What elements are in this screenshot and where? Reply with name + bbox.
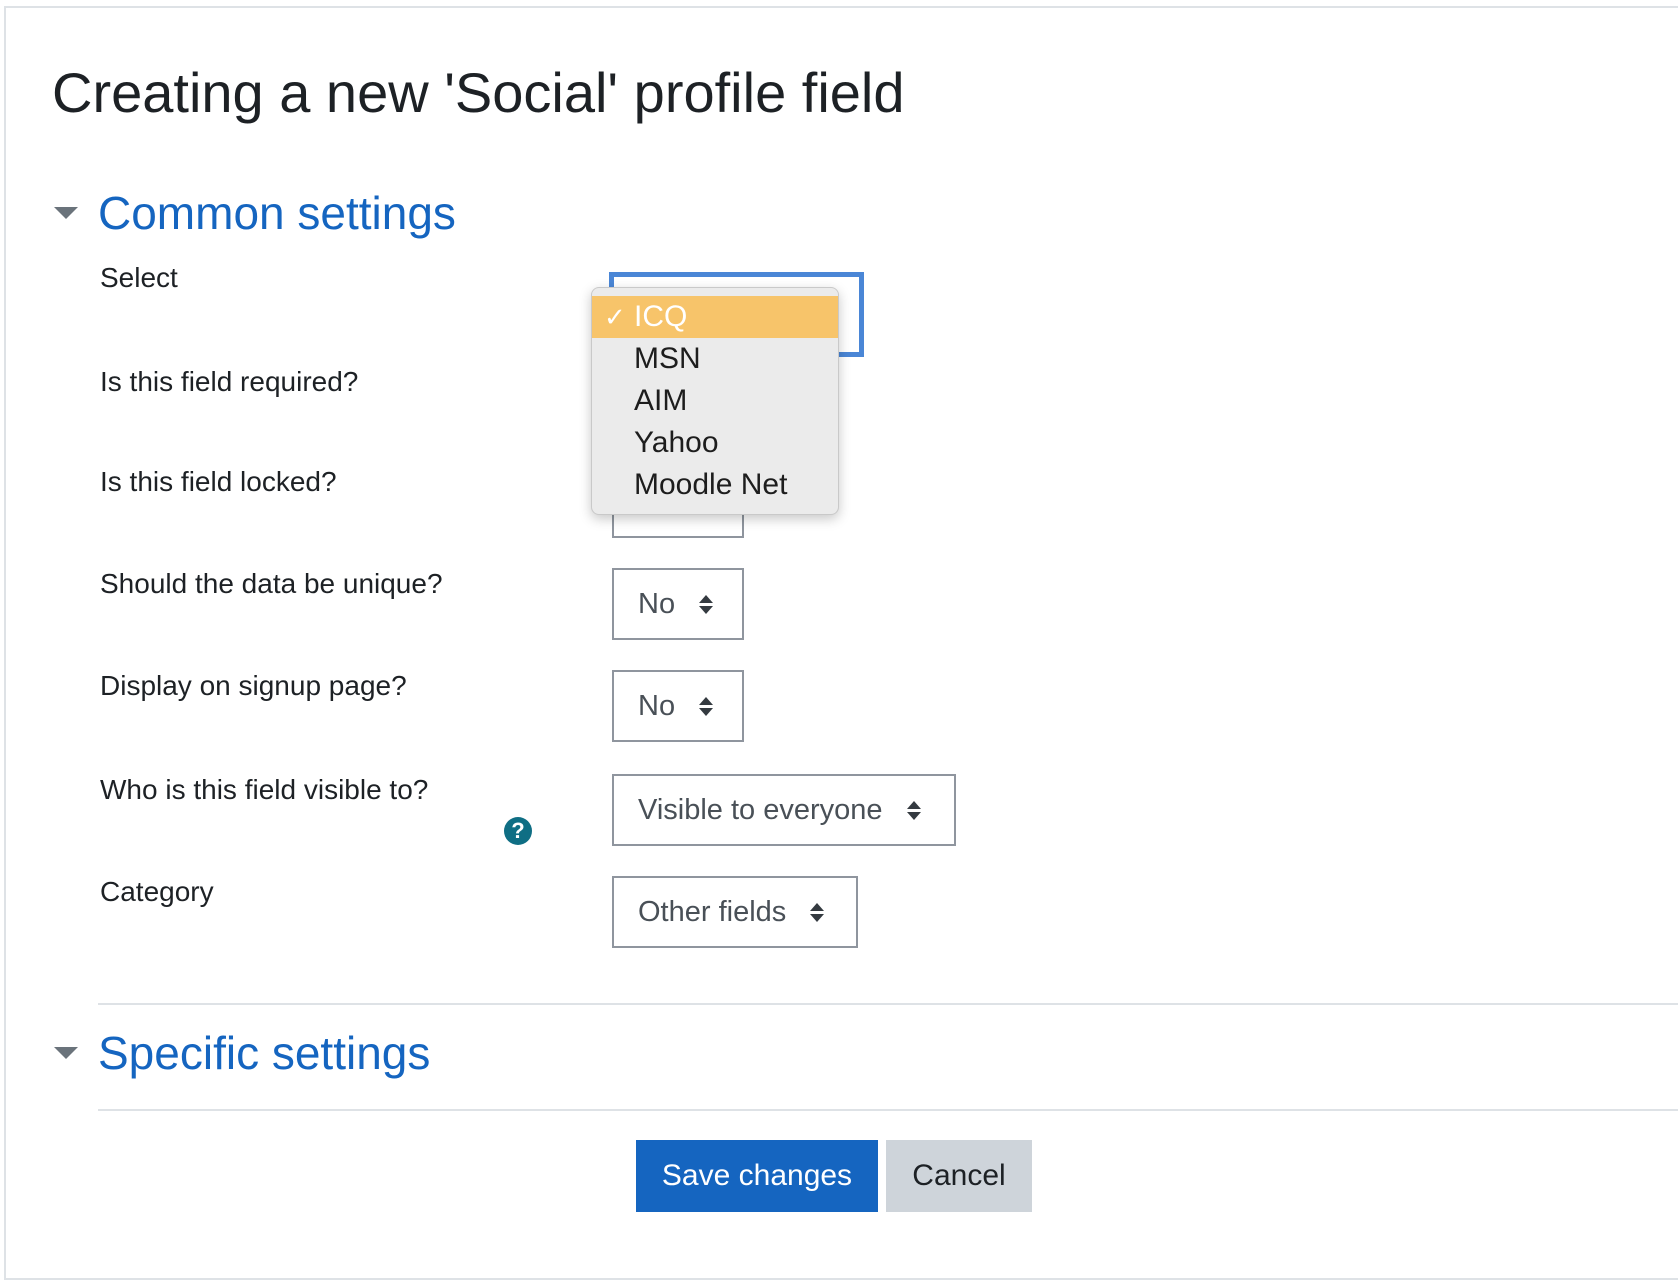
locked-label: Is this field locked? (100, 466, 337, 497)
option-label: AIM (634, 384, 688, 417)
required-label: Is this field required? (100, 366, 359, 397)
option-label: MSN (634, 342, 701, 375)
section-divider (98, 1003, 1678, 1005)
select-arrows-icon (810, 902, 825, 922)
dropdown-option-yahoo[interactable]: Yahoo (592, 422, 838, 464)
checkmark-icon: ✓ (604, 301, 626, 332)
category-label: Category (100, 876, 214, 907)
dropdown-option-moodle-net[interactable]: Moodle Net (592, 464, 838, 506)
dropdown-option-msn[interactable]: MSN (592, 338, 838, 380)
specific-settings-label: Specific settings (98, 1027, 431, 1079)
select-dropdown-menu: ✓ ICQ MSN AIM Yahoo Moodle Net (591, 287, 839, 515)
save-changes-button[interactable]: Save changes (636, 1140, 878, 1212)
dropdown-option-icq[interactable]: ✓ ICQ (592, 296, 838, 338)
form-page: Creating a new 'Social' profile field Co… (4, 6, 1678, 1280)
category-value: Other fields (638, 895, 787, 928)
signup-select[interactable]: No (612, 670, 744, 742)
select-label: Select (100, 262, 178, 293)
category-select[interactable]: Other fields (612, 876, 858, 948)
signup-value: No (638, 689, 676, 722)
unique-value: No (638, 587, 676, 620)
visible-select[interactable]: Visible to everyone (612, 774, 956, 846)
collapse-caret-icon (54, 1047, 78, 1059)
visible-label: Who is this field visible to? (100, 774, 429, 805)
common-settings-header[interactable]: Common settings (54, 186, 456, 240)
common-settings-label: Common settings (98, 187, 456, 239)
cancel-button[interactable]: Cancel (886, 1140, 1032, 1212)
page-title: Creating a new 'Social' profile field (52, 61, 905, 124)
section-divider (98, 1109, 1678, 1111)
option-label: Yahoo (634, 426, 719, 459)
select-arrows-icon (906, 800, 921, 820)
visible-value: Visible to everyone (638, 793, 883, 826)
option-label: Moodle Net (634, 468, 788, 501)
option-label: ICQ (634, 300, 688, 333)
unique-select[interactable]: No (612, 568, 744, 640)
dropdown-option-aim[interactable]: AIM (592, 380, 838, 422)
select-arrows-icon (699, 696, 714, 716)
signup-label: Display on signup page? (100, 670, 407, 701)
question-icon[interactable]: ? (504, 817, 532, 845)
unique-label: Should the data be unique? (100, 568, 443, 599)
specific-settings-header[interactable]: Specific settings (54, 1026, 430, 1080)
collapse-caret-icon (54, 207, 78, 219)
select-arrows-icon (699, 594, 714, 614)
